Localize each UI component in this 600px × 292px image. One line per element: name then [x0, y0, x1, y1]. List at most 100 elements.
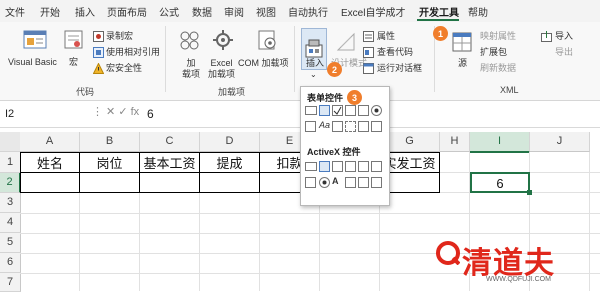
properties-label[interactable]: 属性	[377, 31, 395, 42]
row-header-6[interactable]: 6	[0, 253, 21, 273]
visual-basic-icon[interactable]	[22, 28, 48, 52]
tab-home[interactable]: 开始	[40, 4, 60, 19]
properties-icon[interactable]	[363, 31, 374, 42]
visual-basic-label[interactable]: Visual Basic	[8, 57, 57, 68]
option-button-control-icon[interactable]	[371, 105, 382, 116]
tab-data[interactable]: 数据	[192, 4, 212, 19]
selected-cell-i2[interactable]: 6	[470, 172, 530, 193]
step-badge-3: 3	[347, 90, 362, 105]
macros-icon[interactable]	[63, 28, 85, 52]
record-macro-label[interactable]: 录制宏	[106, 31, 133, 42]
addins-label[interactable]: 加 载项	[182, 58, 200, 80]
row-header-2[interactable]: 2	[0, 173, 21, 193]
row-header-7[interactable]: 7	[0, 273, 21, 292]
column-header-a[interactable]: A	[20, 132, 80, 152]
column-header-c[interactable]: C	[140, 132, 200, 152]
xml-source-icon[interactable]	[450, 30, 474, 54]
activex-spin-button-icon[interactable]	[305, 177, 316, 188]
xml-group-label: XML	[500, 85, 519, 95]
activex-text-box-icon[interactable]	[358, 161, 369, 172]
watermark-url: WWW.QDFUJI.COM	[486, 276, 551, 283]
activex-option-button-icon[interactable]	[319, 177, 330, 188]
column-header-h[interactable]: H	[440, 132, 470, 152]
group-box-control-icon[interactable]	[305, 121, 316, 132]
insert-controls-label[interactable]: 插入	[306, 58, 324, 69]
column-header-b[interactable]: B	[80, 132, 140, 152]
relative-reference-icon[interactable]	[93, 47, 104, 58]
step-badge-1: 1	[433, 26, 448, 41]
activex-list-box-icon[interactable]	[345, 161, 356, 172]
group-divider	[294, 26, 295, 92]
activex-scroll-bar-icon[interactable]	[371, 161, 382, 172]
tab-file[interactable]: 文件	[5, 4, 25, 19]
activex-combo-box-icon[interactable]	[319, 161, 330, 172]
scroll-bar-control-icon[interactable]	[332, 121, 343, 132]
macros-label[interactable]: 宏	[69, 57, 78, 68]
record-macro-icon[interactable]	[93, 31, 104, 42]
column-header-d[interactable]: D	[200, 132, 260, 152]
active-tab-indicator	[417, 19, 459, 21]
row-header-3[interactable]: 3	[0, 193, 21, 213]
chevron-down-icon[interactable]: ⌄	[310, 69, 317, 80]
run-dialog-icon[interactable]	[363, 63, 374, 74]
design-mode-icon[interactable]	[334, 30, 358, 54]
text-field-control-icon[interactable]	[345, 121, 356, 132]
fill-handle[interactable]	[527, 190, 532, 195]
relative-reference-label[interactable]: 使用相对引用	[106, 47, 160, 58]
tab-insert[interactable]: 插入	[75, 4, 95, 19]
tab-automate[interactable]: 自动执行	[288, 4, 328, 19]
activex-controls-heading: ActiveX 控件	[307, 147, 361, 157]
addins-icon[interactable]	[179, 28, 201, 52]
tab-page-layout[interactable]: 页面布局	[107, 4, 147, 19]
row-header-5[interactable]: 5	[0, 233, 21, 253]
activex-label-icon[interactable]: A	[332, 176, 339, 186]
view-code-icon[interactable]	[363, 47, 374, 58]
map-properties-label[interactable]: 映射属性	[480, 31, 516, 42]
label-control-icon[interactable]: Aa	[319, 120, 330, 130]
tab-view[interactable]: 视图	[256, 4, 276, 19]
tab-developer[interactable]: 开发工具	[419, 4, 459, 19]
refresh-data-label[interactable]: 刷新数据	[480, 63, 516, 74]
com-addins-label[interactable]: COM 加载项	[238, 58, 289, 69]
activex-command-button-icon[interactable]	[305, 162, 317, 171]
combo-dropdown-control-icon[interactable]	[371, 121, 382, 132]
button-control-icon[interactable]	[305, 106, 317, 115]
spin-button-control-icon[interactable]	[345, 105, 356, 116]
expansion-packs-label[interactable]: 扩展包	[480, 47, 507, 58]
formula-bar-icons[interactable]: ⋮ ✕ ✓ fx	[92, 105, 139, 118]
activex-image-icon[interactable]	[345, 177, 356, 188]
tab-help[interactable]: 帮助	[468, 4, 488, 19]
code-group-label: 代码	[76, 87, 95, 97]
activex-toggle-button-icon[interactable]	[358, 177, 369, 188]
com-addins-icon[interactable]	[255, 28, 279, 52]
activex-checkbox-icon[interactable]	[332, 161, 343, 172]
ribbon-tab-bar: 文件 开始 插入 页面布局 公式 数据 审阅 视图 自动执行 Excel自学成才…	[0, 0, 600, 22]
row-header-4[interactable]: 4	[0, 213, 21, 233]
excel-addins-label[interactable]: Excel 加载项	[208, 58, 235, 80]
list-box-control-icon[interactable]	[358, 105, 369, 116]
combo-list-control-icon[interactable]	[358, 121, 369, 132]
macro-security-label[interactable]: 宏安全性	[106, 63, 142, 74]
run-dialog-label[interactable]: 运行对话框	[377, 63, 422, 74]
xml-source-label[interactable]: 源	[458, 58, 467, 69]
combo-box-control-icon[interactable]	[319, 105, 330, 116]
name-box[interactable]: I2	[2, 105, 91, 123]
form-controls-heading: 表单控件	[307, 93, 344, 103]
import-label[interactable]: 导入	[555, 31, 573, 42]
checkbox-control-icon[interactable]	[332, 105, 343, 116]
export-label[interactable]: 导出	[555, 47, 573, 58]
column-header-j[interactable]: J	[530, 132, 590, 152]
gear-icon[interactable]	[211, 28, 235, 52]
column-header-i[interactable]: I	[470, 132, 530, 153]
warning-icon[interactable]	[93, 63, 104, 74]
select-all-corner[interactable]	[0, 132, 21, 152]
import-icon[interactable]	[541, 31, 552, 42]
tab-formulas[interactable]: 公式	[159, 4, 179, 19]
view-code-label[interactable]: 查看代码	[377, 47, 413, 58]
more-controls-icon[interactable]	[371, 177, 382, 188]
step-badge-2: 2	[327, 62, 342, 77]
tab-excel-self-study[interactable]: Excel自学成才	[341, 4, 405, 19]
formula-input[interactable]: 6	[147, 105, 154, 123]
row-header-1[interactable]: 1	[0, 152, 21, 173]
tab-review[interactable]: 审阅	[224, 4, 244, 19]
